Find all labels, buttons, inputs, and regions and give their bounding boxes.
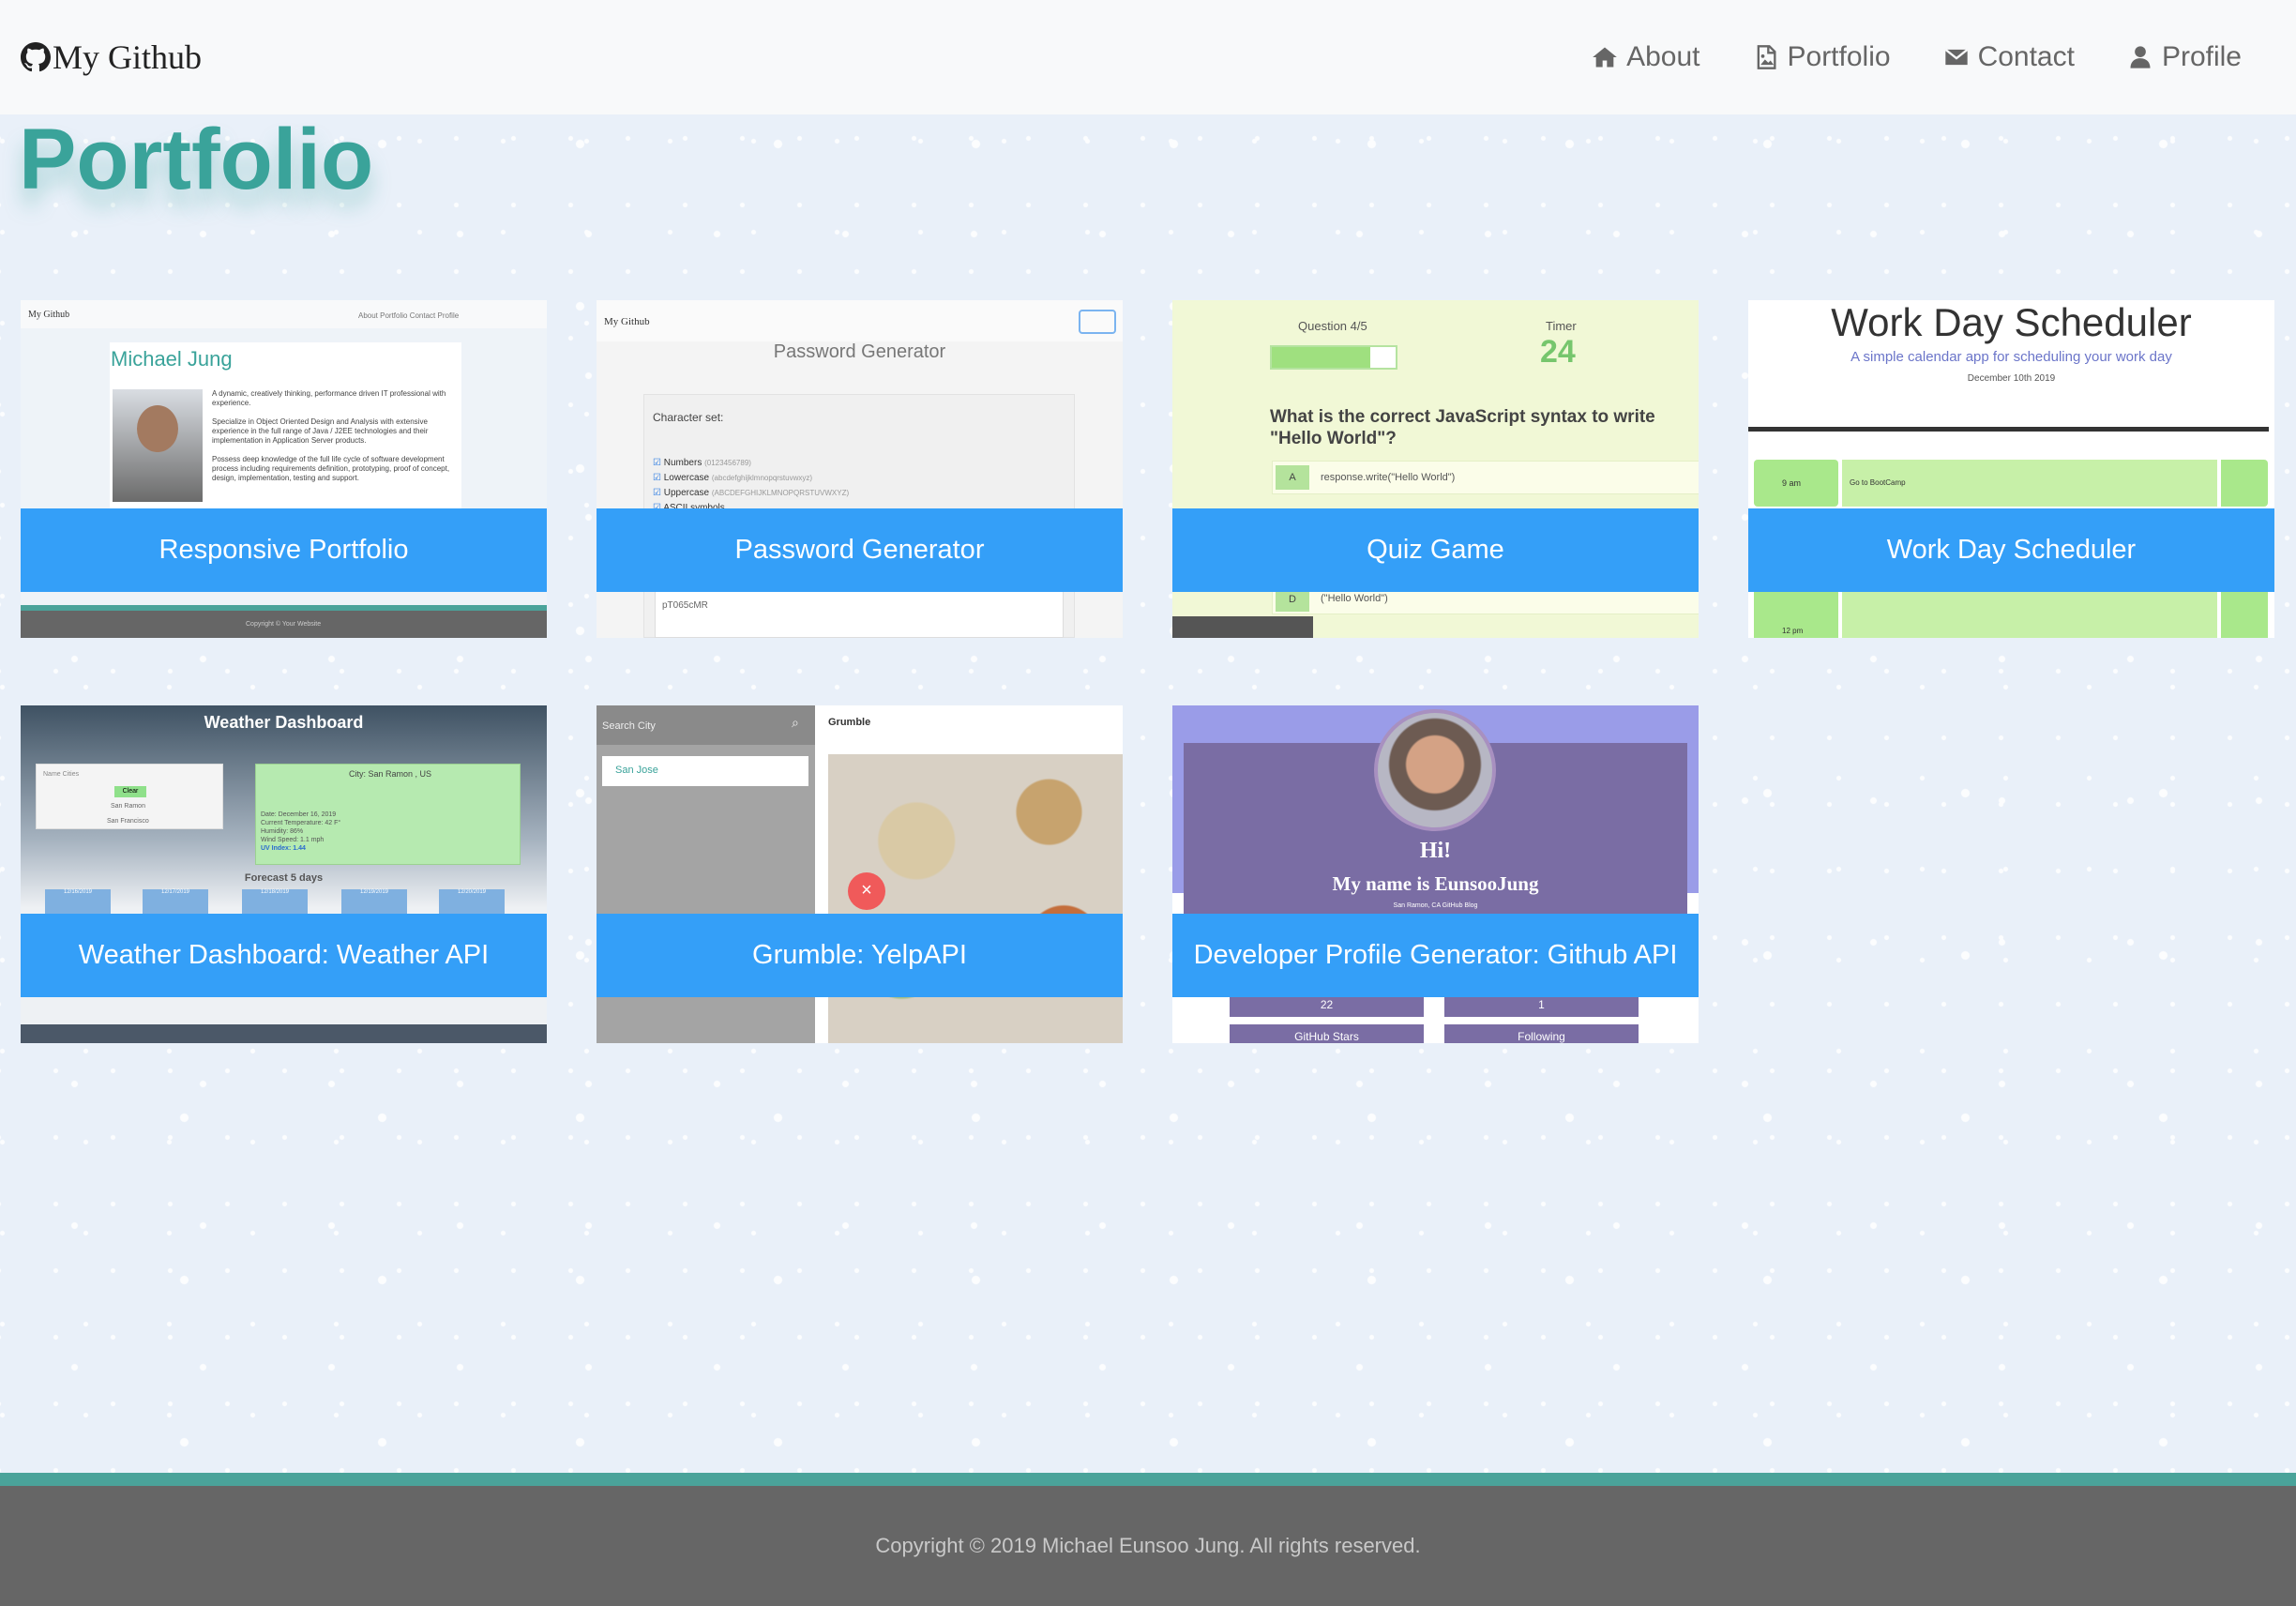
- project-card-weather-dashboard[interactable]: Weather Dashboard Name Cities Clear San …: [21, 705, 547, 1043]
- user-icon: [2130, 46, 2151, 68]
- project-card-grumble[interactable]: Search City ⌕ San Jose Grumble × Grumble…: [597, 705, 1123, 1043]
- nav-about-label: About: [1626, 41, 1700, 72]
- project-label[interactable]: Weather Dashboard: Weather API: [21, 914, 547, 997]
- close-icon: ×: [848, 872, 885, 910]
- brand-link[interactable]: My Github: [21, 38, 202, 77]
- nav-portfolio[interactable]: Portfolio: [1753, 41, 1891, 73]
- project-label[interactable]: Responsive Portfolio: [21, 508, 547, 592]
- footer-stripe: [0, 1473, 2296, 1486]
- project-card-quiz-game[interactable]: Question 4/5 Timer 24 What is the correc…: [1172, 300, 1699, 638]
- nav-portfolio-label: Portfolio: [1787, 41, 1891, 72]
- footer: Copyright © 2019 Michael Eunsoo Jung. Al…: [0, 1486, 2296, 1606]
- image-file-icon: [1757, 45, 1775, 69]
- nav-contact-label: Contact: [1977, 41, 2075, 72]
- project-label[interactable]: Work Day Scheduler: [1748, 508, 2274, 592]
- project-card-work-day-scheduler[interactable]: Work Day Scheduler A simple calendar app…: [1748, 300, 2274, 638]
- github-icon: [21, 42, 51, 72]
- nav-profile[interactable]: Profile: [2127, 41, 2242, 73]
- copyright-text: Copyright © 2019 Michael Eunsoo Jung. Al…: [875, 1534, 1421, 1557]
- project-card-password-generator[interactable]: My Github Password Generator Character s…: [597, 300, 1123, 638]
- project-card-responsive-portfolio[interactable]: My Github About Portfolio Contact Profil…: [21, 300, 547, 638]
- project-label[interactable]: Password Generator: [597, 508, 1123, 592]
- page-title: Portfolio: [19, 112, 374, 207]
- project-label[interactable]: Grumble: YelpAPI: [597, 914, 1123, 997]
- nav-contact[interactable]: Contact: [1943, 41, 2075, 73]
- nav-profile-label: Profile: [2161, 41, 2242, 72]
- project-label[interactable]: Quiz Game: [1172, 508, 1699, 592]
- envelope-icon: [1944, 48, 1968, 66]
- avatar: [1374, 709, 1496, 831]
- project-card-developer-profile-generator[interactable]: Hi! My name is EunsooJung San Ramon, CA …: [1172, 705, 1699, 1043]
- nav-menu: About Portfolio Contact Profile: [1592, 41, 2242, 73]
- project-label[interactable]: Developer Profile Generator: Github API: [1172, 914, 1699, 997]
- navbar: My Github About Portfolio Contact Profil…: [0, 0, 2296, 114]
- home-icon: [1593, 47, 1617, 68]
- search-icon: ⌕: [792, 715, 799, 730]
- brand-text: My Github: [53, 38, 203, 76]
- nav-about[interactable]: About: [1592, 41, 1700, 73]
